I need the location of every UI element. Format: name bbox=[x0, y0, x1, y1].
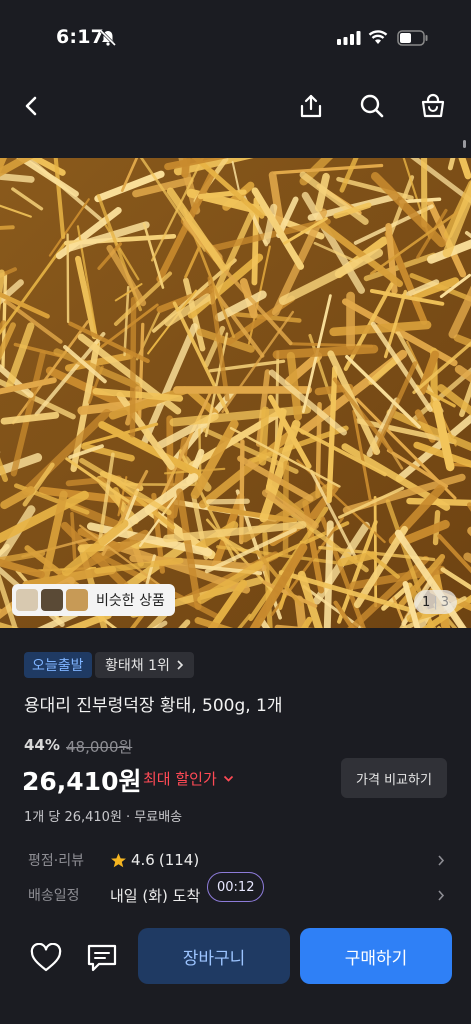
chevron-down-icon bbox=[223, 775, 233, 782]
rating-value-group: 4.6 (114) bbox=[110, 851, 199, 869]
dried-pollack-strips-image bbox=[0, 158, 471, 628]
rating-score: 4.6 bbox=[131, 851, 155, 869]
chevron-right-icon bbox=[438, 854, 445, 866]
rank-label: 황태채 1위 bbox=[105, 658, 170, 674]
screen-recording-timer: 00:12 bbox=[207, 872, 265, 902]
wishlist-button[interactable] bbox=[24, 936, 68, 980]
review-count: (114) bbox=[158, 851, 200, 869]
sale-price: 26,410원 bbox=[22, 767, 142, 796]
similar-thumb-2 bbox=[41, 589, 63, 611]
compare-price-button[interactable]: 가격 비교하기 bbox=[341, 758, 447, 798]
category-rank-badge[interactable]: 황태채 1위 bbox=[95, 652, 194, 678]
today-shipping-badge: 오늘출발 bbox=[24, 652, 92, 678]
bottom-action-bar: 장바구니 구매하기 bbox=[0, 922, 471, 1024]
rating-label: 평점·리뷰 bbox=[28, 853, 84, 869]
delivery-value: 내일 (화) 도착 bbox=[110, 886, 201, 905]
similar-thumb-3 bbox=[66, 589, 88, 611]
delivery-label: 배송일정 bbox=[28, 888, 80, 904]
similar-thumb-1 bbox=[16, 589, 38, 611]
star-icon bbox=[111, 852, 126, 867]
discount-rate: 44% bbox=[24, 736, 60, 754]
chevron-left-icon bbox=[25, 96, 37, 116]
search-icon bbox=[360, 94, 384, 118]
max-discount-label: 최대 할인가 bbox=[143, 770, 217, 788]
back-button[interactable] bbox=[10, 84, 54, 128]
status-bar: 6:17 bbox=[0, 0, 471, 74]
chevron-right-icon bbox=[177, 660, 184, 670]
image-page-counter: 1 | 3 bbox=[414, 590, 457, 614]
bell-muted-icon bbox=[99, 29, 117, 47]
product-image[interactable]: 비슷한 상품 1 | 3 bbox=[0, 158, 471, 628]
product-info: 오늘출발 황태채 1위 용대리 진부령덕장 황태, 500g, 1개 44% 4… bbox=[0, 628, 471, 922]
chat-icon bbox=[87, 944, 117, 972]
page-total: 3 bbox=[440, 594, 449, 610]
wifi-icon bbox=[368, 30, 388, 44]
rating-row[interactable]: 평점·리뷰 4.6 (114) bbox=[0, 845, 471, 875]
shopping-bag-icon bbox=[421, 93, 445, 118]
scroll-indicator bbox=[463, 140, 466, 148]
heart-icon bbox=[30, 943, 62, 972]
chevron-right-icon bbox=[438, 889, 445, 901]
cart-button[interactable] bbox=[411, 84, 455, 128]
max-discount-toggle[interactable]: 최대 할인가 bbox=[143, 768, 234, 789]
top-nav-bar bbox=[0, 74, 471, 158]
cellular-signal-icon bbox=[337, 31, 361, 45]
status-time: 6:17 bbox=[56, 26, 105, 48]
buy-now-button[interactable]: 구매하기 bbox=[300, 928, 452, 984]
similar-products-chip[interactable]: 비슷한 상품 bbox=[12, 584, 175, 616]
add-to-cart-button[interactable]: 장바구니 bbox=[138, 928, 290, 984]
search-button[interactable] bbox=[350, 84, 394, 128]
similar-products-label: 비슷한 상품 bbox=[96, 593, 165, 609]
share-button[interactable] bbox=[289, 84, 333, 128]
share-icon bbox=[300, 94, 322, 118]
battery-icon bbox=[397, 30, 428, 46]
original-price: 48,000원 bbox=[66, 738, 133, 756]
inquiry-button[interactable] bbox=[80, 936, 124, 980]
page-current: 1 bbox=[422, 594, 431, 610]
product-title: 용대리 진부령덕장 황태, 500g, 1개 bbox=[24, 696, 283, 716]
unit-price-shipping: 1개 당 26,410원 · 무료배송 bbox=[24, 810, 183, 825]
